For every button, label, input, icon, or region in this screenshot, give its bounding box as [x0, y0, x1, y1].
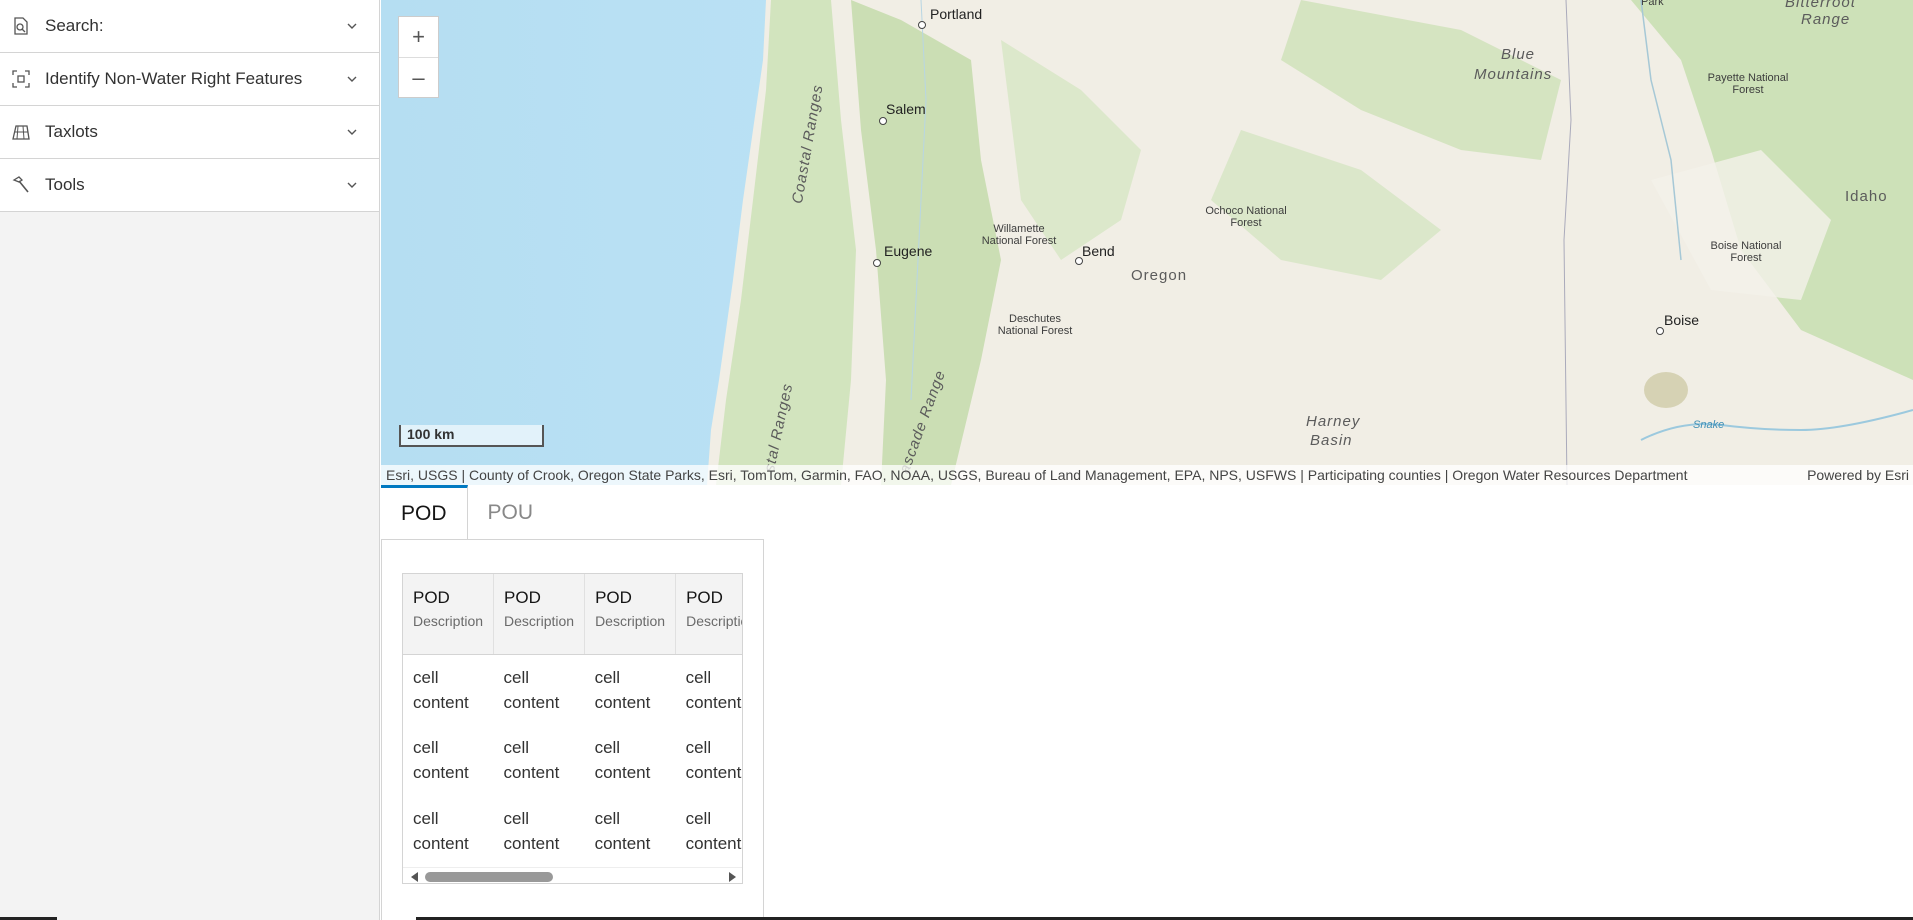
chevron-down-icon — [347, 182, 357, 188]
map-label-eugene: Eugene — [884, 243, 933, 259]
column-header-subtitle: Description — [686, 613, 742, 629]
pod-table: POD Description POD Description POD Descrip… — [403, 574, 742, 867]
table-cell: cell content — [413, 667, 469, 712]
zoom-out-button[interactable]: – — [399, 57, 438, 97]
tab-pod[interactable]: POD — [381, 485, 468, 540]
city-marker — [879, 117, 887, 125]
map-label-boise: Boise — [1664, 312, 1700, 328]
table-header-row: POD Description POD Description POD Descrip… — [403, 574, 742, 655]
table-cell: cell content — [413, 809, 469, 853]
pod-table-container[interactable]: POD Description POD Description POD Descrip… — [402, 573, 743, 884]
table-cell: cell content — [594, 667, 651, 712]
zoom-in-button[interactable]: + — [399, 17, 438, 57]
column-header[interactable]: POD Description — [584, 574, 677, 655]
column-header-subtitle: Description — [413, 613, 484, 629]
map-label-portland: Portland — [930, 6, 983, 22]
table-cell: cell content — [503, 667, 560, 712]
map-label-ochoco-2: Forest — [1230, 217, 1262, 229]
map-label-boise-nf-2: Forest — [1730, 252, 1762, 264]
map-label-bitterroot-1: Bitterroot — [1785, 0, 1856, 11]
attribution-text: Esri, USGS | County of Crook, Oregon Sta… — [386, 467, 1688, 483]
accordion-tools[interactable]: Tools — [0, 159, 379, 212]
app-root: Search: Identify Non-Water Right Feature… — [0, 0, 1913, 920]
column-header-title: POD — [595, 588, 632, 607]
identify-select-icon — [10, 68, 32, 90]
table-cell: cell content — [685, 738, 742, 782]
results-panel: POD POU POD Description POD Description PO… — [381, 485, 1913, 920]
table-cell: cell content — [685, 809, 742, 853]
chevron-down-icon — [347, 23, 357, 29]
map-label-payette-2: Forest — [1732, 84, 1764, 96]
column-header[interactable]: POD Description — [493, 574, 586, 655]
table-cell: cell content — [594, 809, 651, 853]
map-label-park: Park — [1641, 0, 1664, 8]
column-header-title: POD — [686, 588, 723, 607]
hammer-icon — [10, 174, 32, 196]
column-header-title: POD — [413, 588, 450, 607]
map-label-idaho: Idaho — [1845, 188, 1888, 205]
table-cell: cell content — [594, 738, 651, 782]
map-label-snake: Snake — [1693, 419, 1725, 431]
accordion-taxlots[interactable]: Taxlots — [0, 106, 379, 159]
table-row[interactable]: cell content cell content cell content c… — [403, 796, 742, 867]
accordion-search-label: Search: — [45, 16, 104, 35]
column-header-title: POD — [504, 588, 541, 607]
column-header[interactable]: POD Description — [403, 574, 495, 655]
accordion-tools-label: Tools — [45, 175, 85, 194]
map-label-willamette-2: National Forest — [981, 235, 1057, 247]
accordion-search[interactable]: Search: — [0, 0, 379, 53]
column-header-subtitle: Description — [595, 613, 666, 629]
scroll-right-arrow-icon[interactable] — [729, 872, 736, 882]
scale-bar: 100 km — [399, 425, 544, 447]
accordion-taxlots-label: Taxlots — [45, 122, 98, 141]
map-label-boise-nf-1: Boise National — [1710, 240, 1782, 252]
column-header[interactable]: POD Description — [675, 574, 742, 655]
map-label-harney-2: Basin — [1310, 432, 1353, 449]
map-label-bitterroot-2: Range — [1801, 11, 1851, 28]
city-marker — [1656, 327, 1664, 335]
accordion-identify-label: Identify Non-Water Right Features — [45, 69, 303, 88]
map-label-bend: Bend — [1082, 243, 1115, 259]
map-label-payette-1: Payette National — [1707, 72, 1789, 84]
scrollbar-thumb[interactable] — [425, 872, 553, 882]
search-doc-icon — [10, 15, 32, 37]
map-label-willamette-1: Willamette — [993, 223, 1045, 235]
map-label-deschutes-2: National Forest — [997, 325, 1073, 337]
zoom-controls: + – — [398, 16, 439, 98]
city-marker — [918, 21, 926, 29]
scroll-left-arrow-icon[interactable] — [411, 872, 418, 882]
table-row[interactable]: cell content cell content cell content c… — [403, 725, 742, 796]
sidebar-panel: Search: Identify Non-Water Right Feature… — [0, 0, 380, 920]
table-cell: cell content — [685, 667, 742, 712]
taxlot-parcel-icon — [10, 121, 32, 143]
city-marker — [873, 259, 881, 267]
results-tabs: POD POU — [381, 485, 553, 540]
basemap-terrain — [381, 0, 1913, 485]
map-label-blue-mountains-2: Mountains — [1474, 66, 1553, 83]
table-row[interactable]: cell content cell content cell content c… — [403, 654, 742, 725]
column-header-subtitle: Description — [504, 613, 575, 629]
map-label-oregon: Oregon — [1131, 267, 1188, 284]
table-cell: cell content — [503, 738, 560, 782]
accordion-identify[interactable]: Identify Non-Water Right Features — [0, 53, 379, 106]
map-label-harney-1: Harney — [1306, 413, 1361, 430]
tab-panel-pod: POD Description POD Description POD Descrip… — [381, 539, 764, 920]
tab-pou[interactable]: POU — [468, 485, 554, 540]
map-label-salem: Salem — [886, 101, 926, 117]
scale-bar-label: 100 km — [407, 426, 455, 442]
map-label-deschutes-1: Deschutes — [1009, 313, 1061, 325]
horizontal-scrollbar[interactable] — [403, 867, 742, 883]
map-attribution: Esri, USGS | County of Crook, Oregon Sta… — [381, 465, 1913, 485]
table-cell: cell content — [503, 809, 560, 853]
powered-by-esri[interactable]: Powered by Esri — [1807, 467, 1909, 483]
chevron-down-icon — [347, 129, 357, 135]
chevron-down-icon — [347, 76, 357, 82]
table-cell: cell content — [413, 738, 469, 782]
map-label-ochoco-1: Ochoco National — [1205, 205, 1287, 217]
map-view[interactable]: + – Portland Salem Eugene Bend Boise Ore… — [381, 0, 1913, 485]
map-label-blue-mountains-1: Blue — [1501, 46, 1536, 63]
